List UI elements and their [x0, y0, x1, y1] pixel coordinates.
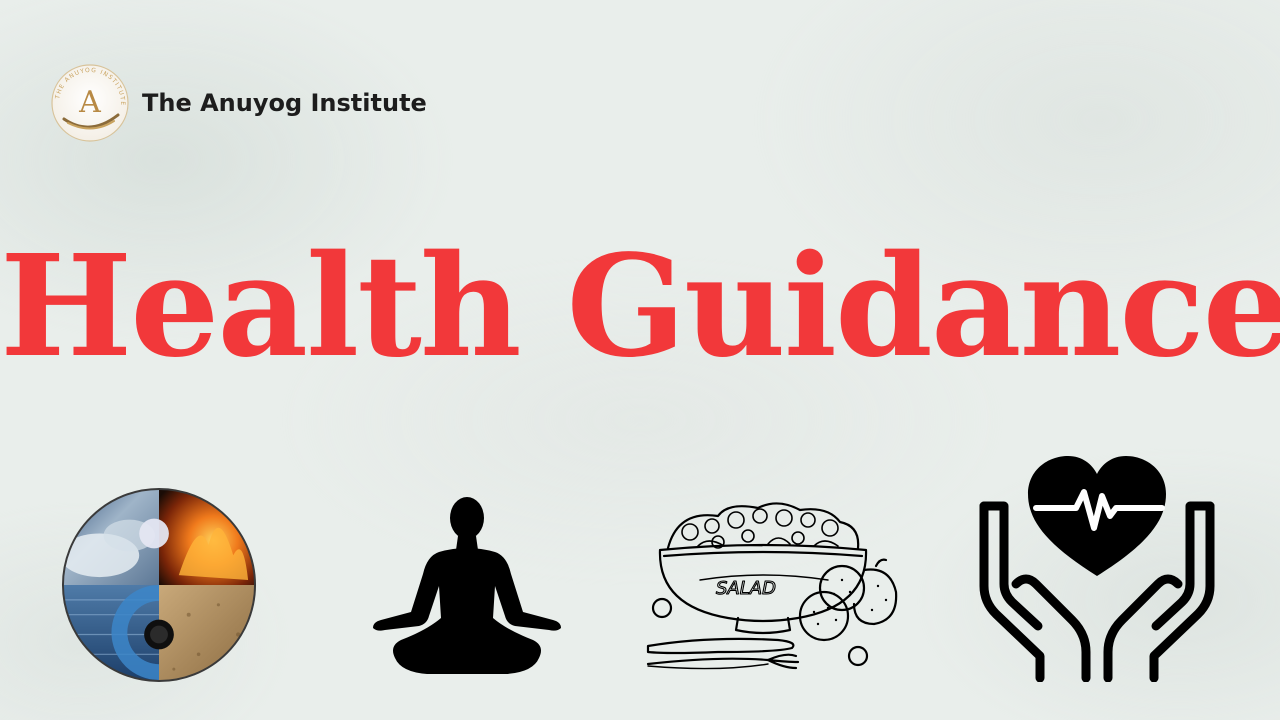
anuyog-logo-icon: THE ANUYOG INSTITUTE A [50, 63, 130, 143]
page-title: Health Guidance [0, 225, 1280, 389]
brand-header: THE ANUYOG INSTITUTE A The Anuyog Instit… [50, 64, 427, 142]
five-elements-icon [60, 486, 258, 684]
brand-name: The Anuyog Institute [142, 89, 427, 117]
salad-icon: SALAD [628, 496, 904, 680]
logo-letter: A [78, 85, 101, 120]
heart-in-hands-icon [976, 456, 1218, 682]
svg-text:SALAD: SALAD [716, 578, 776, 599]
meditation-icon [356, 494, 578, 680]
